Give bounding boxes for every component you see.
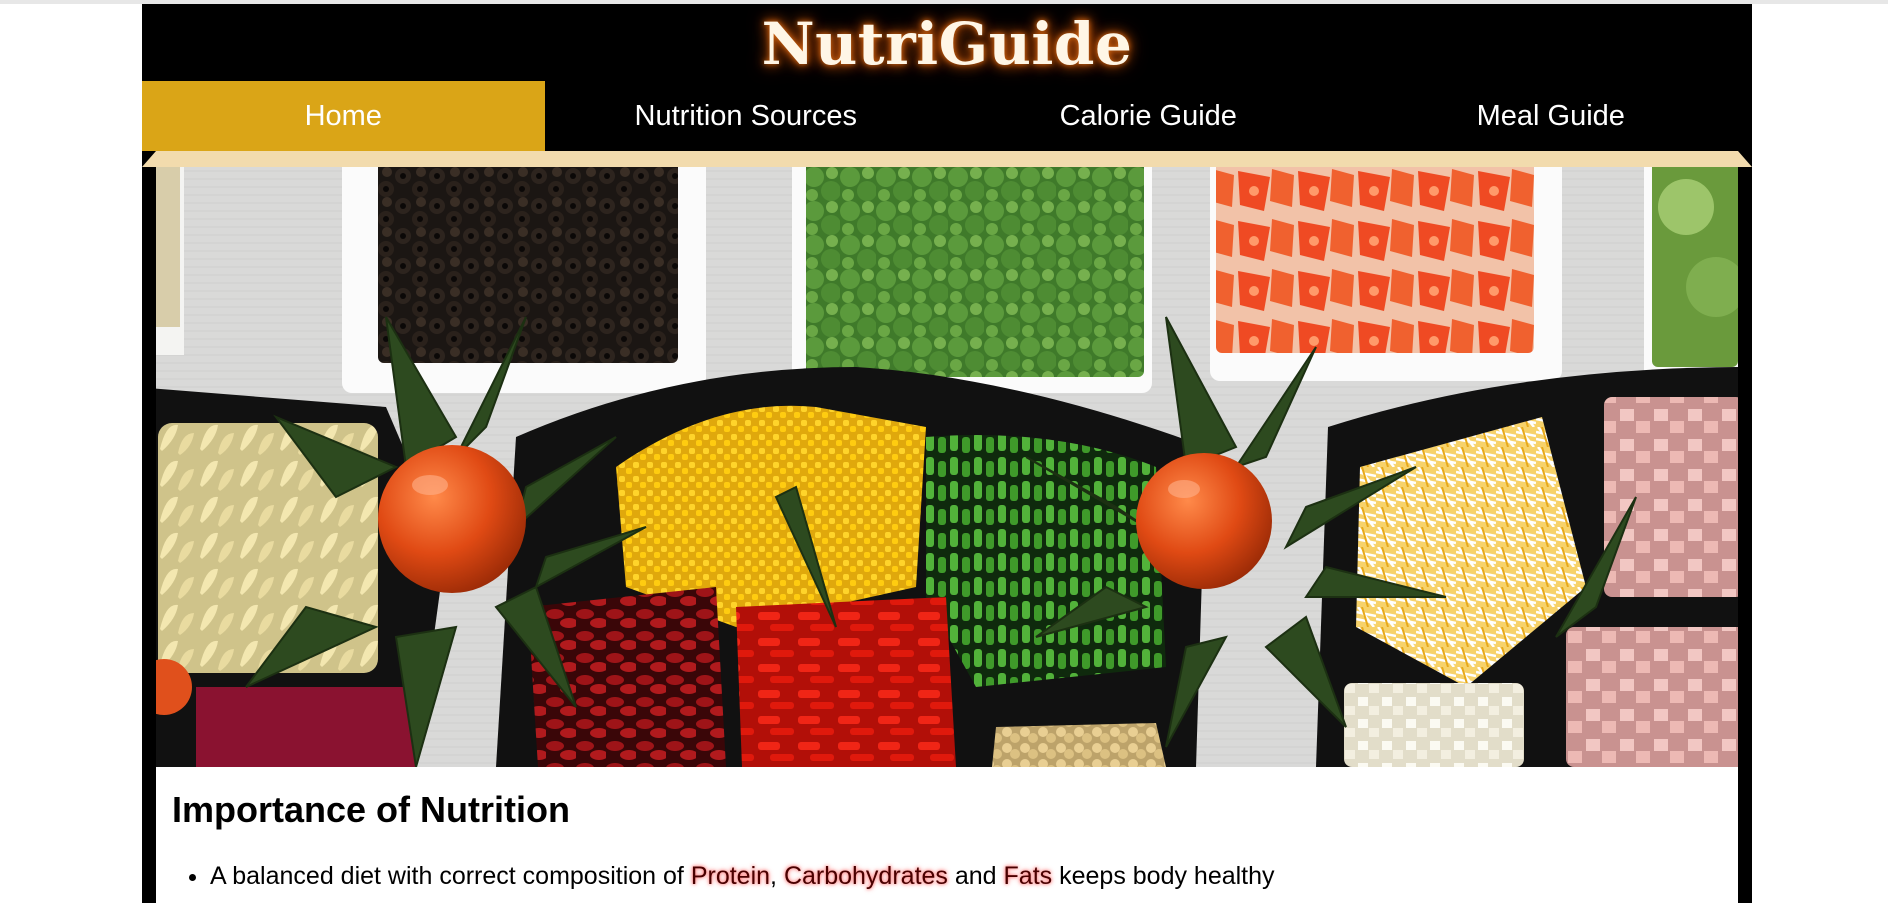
nav-item-home[interactable]: Home: [142, 81, 545, 151]
nav-item-nutrition-sources[interactable]: Nutrition Sources: [545, 81, 948, 151]
page-content: Importance of Nutrition A balanced diet …: [156, 167, 1738, 903]
section-heading: Importance of Nutrition: [172, 789, 570, 830]
nav-item-meal-guide[interactable]: Meal Guide: [1350, 81, 1753, 151]
nav-item-calorie-guide[interactable]: Calorie Guide: [947, 81, 1350, 151]
main-nav: Home Nutrition Sources Calorie Guide Mea…: [142, 81, 1752, 151]
bullet-separator: ,: [770, 862, 784, 890]
hero-food-image: [156, 167, 1738, 767]
term-protein: Protein: [690, 862, 771, 890]
nutrition-list: A balanced diet with correct composition…: [172, 859, 1275, 893]
bullet-separator: and: [947, 862, 1004, 890]
bullet-text-suffix: keeps body healthy: [1052, 862, 1275, 890]
site-title: NutriGuide: [761, 10, 1133, 78]
term-fats: Fats: [1003, 862, 1053, 890]
bullet-text-prefix: A balanced diet with correct composition…: [210, 862, 691, 890]
site-frame: NutriGuide Home Nutrition Sources Calori…: [142, 4, 1752, 903]
term-carbohydrates: Carbohydrates: [783, 862, 948, 890]
nav-divider-bar: [142, 151, 1752, 167]
list-item: A balanced diet with correct composition…: [210, 859, 1275, 893]
